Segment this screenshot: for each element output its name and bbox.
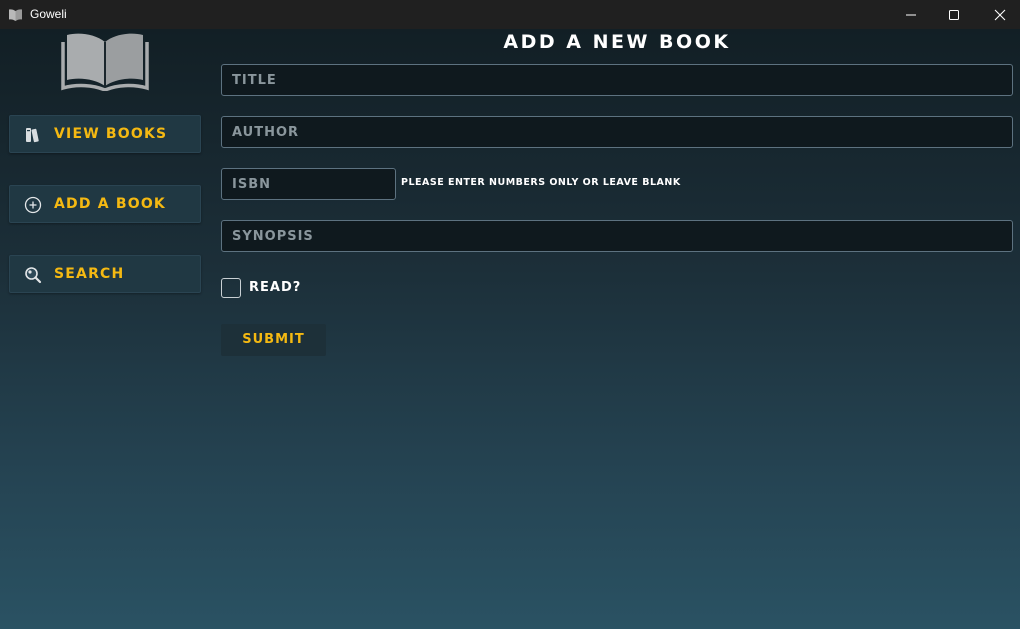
- maximize-icon: [949, 10, 959, 20]
- add-circle-icon: [24, 196, 42, 214]
- title-bar: Goweli: [0, 0, 1020, 29]
- maximize-button[interactable]: [931, 0, 977, 29]
- author-input[interactable]: [221, 116, 1013, 148]
- close-button[interactable]: [977, 0, 1020, 29]
- window-title: Goweli: [30, 7, 67, 21]
- open-book-logo-icon: [61, 30, 149, 92]
- add-a-book-label: ADD A BOOK: [54, 196, 166, 212]
- view-books-button[interactable]: VIEW BOOKS: [9, 115, 201, 153]
- view-books-label: VIEW BOOKS: [54, 126, 168, 142]
- page-title: ADD A NEW BOOK: [503, 31, 731, 53]
- isbn-input[interactable]: [221, 168, 396, 200]
- read-checkbox[interactable]: [221, 278, 241, 298]
- search-icon: [24, 266, 42, 284]
- synopsis-input[interactable]: [221, 220, 1013, 252]
- search-button[interactable]: SEARCH: [9, 255, 201, 293]
- app-content: VIEW BOOKS ADD A BOOK SEARCH ADD A NEW B…: [0, 29, 1020, 629]
- minimize-icon: [906, 14, 916, 16]
- read-label: READ?: [249, 280, 302, 295]
- isbn-hint: PLEASE ENTER NUMBERS ONLY OR LEAVE BLANK: [401, 177, 681, 188]
- books-icon: [24, 126, 42, 144]
- minimize-button[interactable]: [888, 0, 934, 29]
- close-icon: [994, 9, 1006, 21]
- add-a-book-button[interactable]: ADD A BOOK: [9, 185, 201, 223]
- search-label: SEARCH: [54, 266, 125, 282]
- open-book-icon: [8, 7, 23, 21]
- submit-button[interactable]: SUBMIT: [221, 324, 326, 356]
- title-input[interactable]: [221, 64, 1013, 96]
